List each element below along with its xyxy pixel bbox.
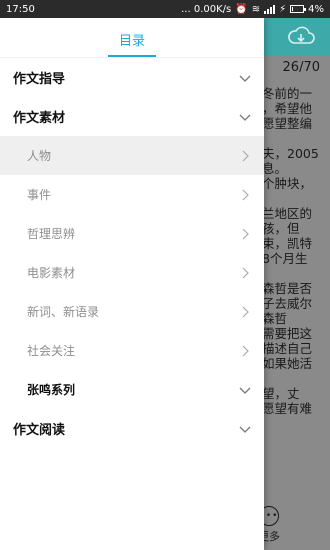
page-indicator: 26/70 — [282, 60, 320, 75]
chevron-down-icon — [239, 387, 251, 394]
wifi-icon: ≋ — [251, 3, 261, 15]
chevron-right-icon — [242, 228, 249, 239]
title-underline — [108, 55, 156, 57]
toc-item-writing-guide[interactable]: 作文指导 — [0, 58, 264, 97]
toc-drawer: 目录 作文指导 作文素材 人物 事件 哲理思辨 电影素材 新词、新语录 社会关注… — [0, 18, 264, 550]
toc-item-new-words[interactable]: 新词、新语录 — [0, 292, 264, 331]
toc-item-label: 哲理思辨 — [27, 227, 76, 241]
chevron-right-icon — [242, 150, 249, 161]
toc-item-label: 作文阅读 — [13, 423, 66, 438]
toc-item-label: 新词、新语录 — [27, 305, 100, 319]
chevron-right-icon — [242, 345, 249, 356]
toc-item-writing-material[interactable]: 作文素材 — [0, 97, 264, 136]
toc-item-label: 作文素材 — [13, 111, 66, 126]
status-time: 17:50 — [6, 3, 35, 15]
toc-item-label: 人物 — [27, 149, 52, 163]
toc-item-label: 电影素材 — [27, 266, 76, 280]
chevron-right-icon — [242, 189, 249, 200]
toc-item-label: 社会关注 — [27, 344, 76, 358]
toc-item-essay-reading[interactable]: 作文阅读 — [0, 409, 264, 448]
toc-item-social-focus[interactable]: 社会关注 — [0, 331, 264, 370]
status-bar: 17:50 ... 0.00K/s ⏰ ≋ ⚡ 4% — [0, 0, 330, 18]
toc-item-label: 张鸣系列 — [27, 383, 76, 397]
chevron-down-icon — [239, 426, 251, 433]
chevron-right-icon — [242, 267, 249, 278]
chevron-right-icon — [242, 306, 249, 317]
toc-item-label: 事件 — [27, 188, 52, 202]
toc-item-movies[interactable]: 电影素材 — [0, 253, 264, 292]
charging-icon: ⚡ — [279, 3, 287, 15]
toc-item-events[interactable]: 事件 — [0, 175, 264, 214]
cloud-download-icon[interactable] — [286, 24, 316, 48]
toc-item-zhang-ming-series[interactable]: 张鸣系列 — [0, 370, 264, 409]
signal-icon — [264, 4, 276, 14]
status-icons: ... 0.00K/s ⏰ ≋ ⚡ 4% — [181, 4, 324, 15]
chevron-down-icon — [239, 75, 251, 82]
alarm-icon: ⏰ — [235, 3, 248, 15]
toc-item-philosophy[interactable]: 哲理思辨 — [0, 214, 264, 253]
reader-text: 冬前的一 ，希望他 愿望整编 夫，2005 息。 个肿块， 兰地区的 孩，但 束… — [262, 86, 319, 416]
battery-percent: 4% — [308, 3, 324, 15]
drawer-title[interactable]: 目录 — [0, 30, 264, 49]
toc-item-label: 作文指导 — [13, 72, 66, 87]
network-speed: ... 0.00K/s — [181, 3, 232, 15]
battery-icon — [290, 5, 307, 13]
toc-item-people[interactable]: 人物 — [0, 136, 264, 175]
chevron-down-icon — [239, 114, 251, 121]
drawer-header: 目录 — [0, 18, 264, 58]
